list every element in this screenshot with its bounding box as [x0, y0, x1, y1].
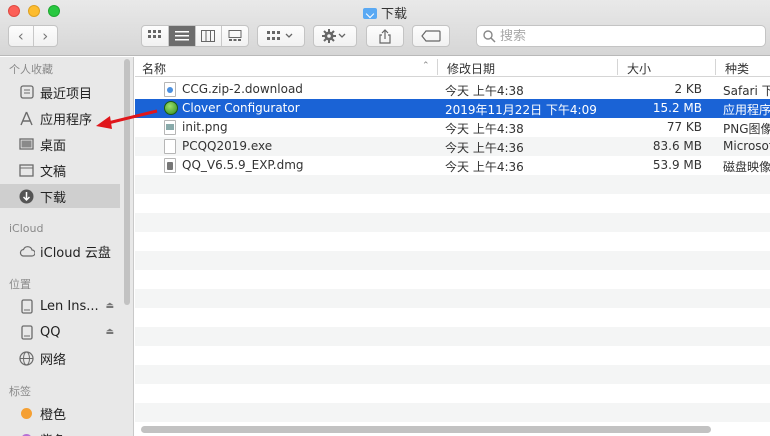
- eject-icon[interactable]: ⏏: [105, 327, 114, 337]
- tag-orange-icon: [18, 405, 35, 422]
- search-input[interactable]: [500, 28, 750, 44]
- search-icon: [483, 29, 496, 43]
- sidebar-item-tag-orange[interactable]: 橙色: [0, 401, 120, 425]
- file-row[interactable]: CCG.zip-2.download 今天 上午4:38 2 KB Safari…: [135, 80, 770, 99]
- documents-icon: [18, 162, 35, 179]
- sidebar-item-downloads[interactable]: 下载: [0, 184, 120, 208]
- image-file-icon: [164, 120, 176, 135]
- empty-row: [135, 365, 770, 384]
- sidebar-item-network[interactable]: 网络: [0, 346, 120, 370]
- list-view-button[interactable]: [167, 26, 195, 46]
- sidebar-item-applications[interactable]: 应用程序: [0, 106, 120, 130]
- horizontal-scrollbar[interactable]: [141, 426, 711, 433]
- gallery-view-button[interactable]: [221, 26, 248, 46]
- empty-row: [135, 403, 770, 422]
- sidebar-scrollbar[interactable]: [124, 59, 130, 305]
- cloud-icon: [18, 243, 35, 260]
- sidebar-item-desktop[interactable]: 桌面: [0, 132, 120, 156]
- sidebar-item-tag-purple[interactable]: 紫色: [0, 427, 120, 436]
- column-header-kind[interactable]: 种类: [725, 60, 749, 77]
- empty-row: [135, 327, 770, 346]
- nav-buttons: ‹ ›: [8, 25, 58, 47]
- file-row[interactable]: QQ_V6.5.9_EXP.dmg 今天 上午4:36 53.9 MB 磁盘映像: [135, 156, 770, 175]
- gallery-icon: [228, 30, 242, 41]
- empty-row: [135, 175, 770, 194]
- columns-icon: [201, 30, 216, 42]
- sidebar-item-icloud-drive[interactable]: iCloud 云盘: [0, 239, 120, 263]
- action-menu-button[interactable]: [313, 25, 357, 47]
- downloads-folder-icon: [362, 8, 377, 19]
- column-header-date[interactable]: 修改日期: [447, 60, 495, 77]
- sidebar-section-favorites: 个人收藏: [9, 63, 53, 76]
- tags-button[interactable]: [412, 25, 450, 47]
- toolbar: 下载 ‹ ›: [0, 0, 770, 56]
- empty-row: [135, 213, 770, 232]
- empty-row: [135, 251, 770, 270]
- file-row[interactable]: init.png 今天 上午4:38 77 KB PNG图像: [135, 118, 770, 137]
- clover-app-icon: [164, 101, 178, 115]
- back-button[interactable]: ‹: [9, 26, 33, 46]
- empty-row: [135, 289, 770, 308]
- sidebar: 个人收藏 最近项目 应用程序 桌面 文稿 下载 iCloud iCloud 云盘…: [0, 57, 134, 436]
- column-header: 名称 ⌃ 修改日期 大小 种类: [135, 57, 770, 77]
- view-mode-buttons: [141, 25, 249, 47]
- document-file-icon: [164, 139, 176, 154]
- disk-image-file-icon: [164, 158, 176, 173]
- download-file-icon: [164, 82, 176, 97]
- sidebar-item-qq[interactable]: QQ ⏏: [0, 320, 120, 344]
- share-icon: [379, 28, 391, 44]
- sidebar-section-tags: 标签: [9, 385, 31, 398]
- sidebar-section-icloud: iCloud: [9, 222, 44, 235]
- column-header-name[interactable]: 名称: [142, 60, 166, 77]
- desktop-icon: [18, 136, 35, 153]
- recents-icon: [18, 84, 35, 101]
- sidebar-item-documents[interactable]: 文稿: [0, 158, 120, 182]
- network-icon: [18, 350, 35, 367]
- search-field[interactable]: [476, 25, 766, 47]
- file-row-selected[interactable]: Clover Configurator 2019年11月22日 下午4:09 1…: [135, 99, 770, 118]
- sidebar-item-recents[interactable]: 最近项目: [0, 80, 120, 104]
- column-header-size[interactable]: 大小: [627, 60, 651, 77]
- disk-icon: [18, 324, 35, 341]
- group-by-button[interactable]: [257, 25, 305, 47]
- column-view-button[interactable]: [194, 26, 222, 46]
- sort-chevron-icon: ⌃: [422, 61, 430, 71]
- sidebar-section-locations: 位置: [9, 278, 31, 291]
- icon-view-button[interactable]: [142, 26, 168, 46]
- list-icon: [174, 31, 189, 41]
- file-row[interactable]: PCQQ2019.exe 今天 上午4:36 83.6 MB Microsoft: [135, 137, 770, 156]
- group-icon: [267, 31, 293, 40]
- eject-icon[interactable]: ⏏: [105, 301, 114, 311]
- downloads-icon: [18, 188, 35, 205]
- forward-button[interactable]: ›: [32, 26, 58, 46]
- disk-icon: [18, 298, 35, 315]
- share-button[interactable]: [366, 25, 404, 47]
- applications-icon: [18, 110, 35, 127]
- tag-purple-icon: [18, 431, 35, 436]
- sidebar-item-len-install[interactable]: Len Ins... ⏏: [0, 294, 120, 318]
- file-list: 名称 ⌃ 修改日期 大小 种类 CCG.zip-2.download 今天 上午…: [135, 57, 770, 436]
- window-title: 下载: [0, 3, 770, 22]
- gear-icon: [322, 29, 346, 43]
- tag-icon: [421, 30, 441, 42]
- grid-icon: [147, 30, 161, 38]
